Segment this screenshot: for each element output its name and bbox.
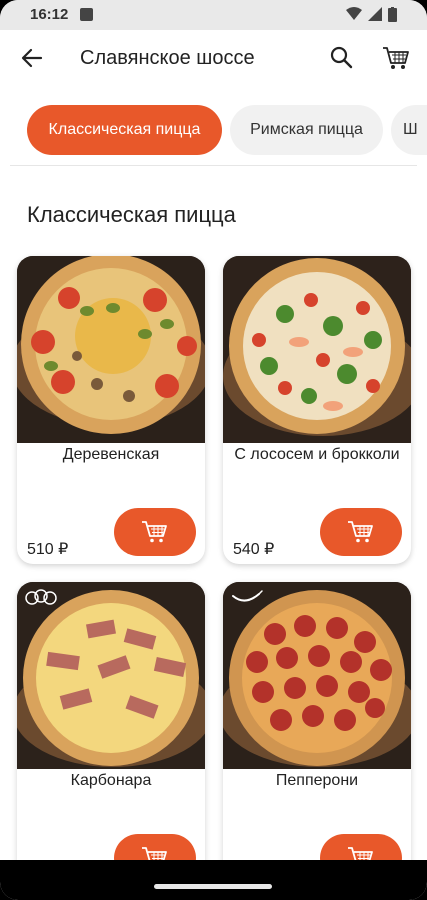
product-image	[223, 256, 411, 443]
notification-icon	[80, 8, 93, 21]
pizza-image-icon	[223, 582, 411, 769]
tab-classic-pizza[interactable]: Классическая пицца	[27, 105, 222, 155]
product-image	[223, 582, 411, 769]
tab-roman-pizza[interactable]: Римская пицца	[230, 105, 383, 155]
system-nav-bar	[0, 860, 427, 900]
product-name: Деревенская	[62, 446, 160, 463]
product-card[interactable]: С лососем и брокколи 540 ₽	[223, 256, 411, 564]
pizza-image-icon	[223, 256, 411, 443]
cart-icon	[348, 521, 373, 543]
wifi-icon	[346, 7, 362, 20]
product-name: С лососем и брокколи	[234, 446, 400, 463]
product-image	[17, 582, 205, 769]
cart-icon[interactable]	[381, 44, 411, 72]
tab-next-category[interactable]: Ш	[391, 105, 427, 155]
divider	[10, 165, 417, 166]
pizza-image-icon	[17, 256, 205, 443]
product-name: Карбонара	[70, 772, 152, 789]
status-bar: 16:12	[0, 0, 427, 30]
search-icon[interactable]	[328, 44, 354, 70]
back-arrow-icon[interactable]	[18, 44, 46, 72]
home-gesture-handle[interactable]	[154, 884, 272, 889]
product-card[interactable]: Карбонара	[17, 582, 205, 882]
cart-icon	[142, 521, 167, 543]
product-price: 540 ₽	[233, 541, 275, 558]
app-bar: Славянское шоссе	[0, 30, 427, 86]
product-card[interactable]: Пепперони	[223, 582, 411, 882]
add-to-cart-button[interactable]	[320, 508, 402, 556]
battery-icon	[388, 7, 397, 22]
product-card[interactable]: Деревенская 510 ₽	[17, 256, 205, 564]
product-name: Пепперони	[275, 772, 359, 789]
category-tabs: Классическая пицца Римская пицца Ш	[0, 105, 427, 157]
status-icons	[346, 7, 397, 22]
vegetarian-icon	[25, 589, 57, 605]
product-image	[17, 256, 205, 443]
signal-icon	[368, 7, 382, 21]
pizza-image-icon	[17, 582, 205, 769]
status-time: 16:12	[30, 6, 69, 23]
page-title: Славянское шоссе	[80, 47, 255, 69]
product-price: 510 ₽	[27, 541, 69, 558]
add-to-cart-button[interactable]	[114, 508, 196, 556]
chili-icon	[232, 590, 263, 602]
app-screen: 16:12 Славянское шоссе Классическая пицц…	[0, 0, 427, 900]
section-title: Классическая пицца	[27, 202, 236, 227]
